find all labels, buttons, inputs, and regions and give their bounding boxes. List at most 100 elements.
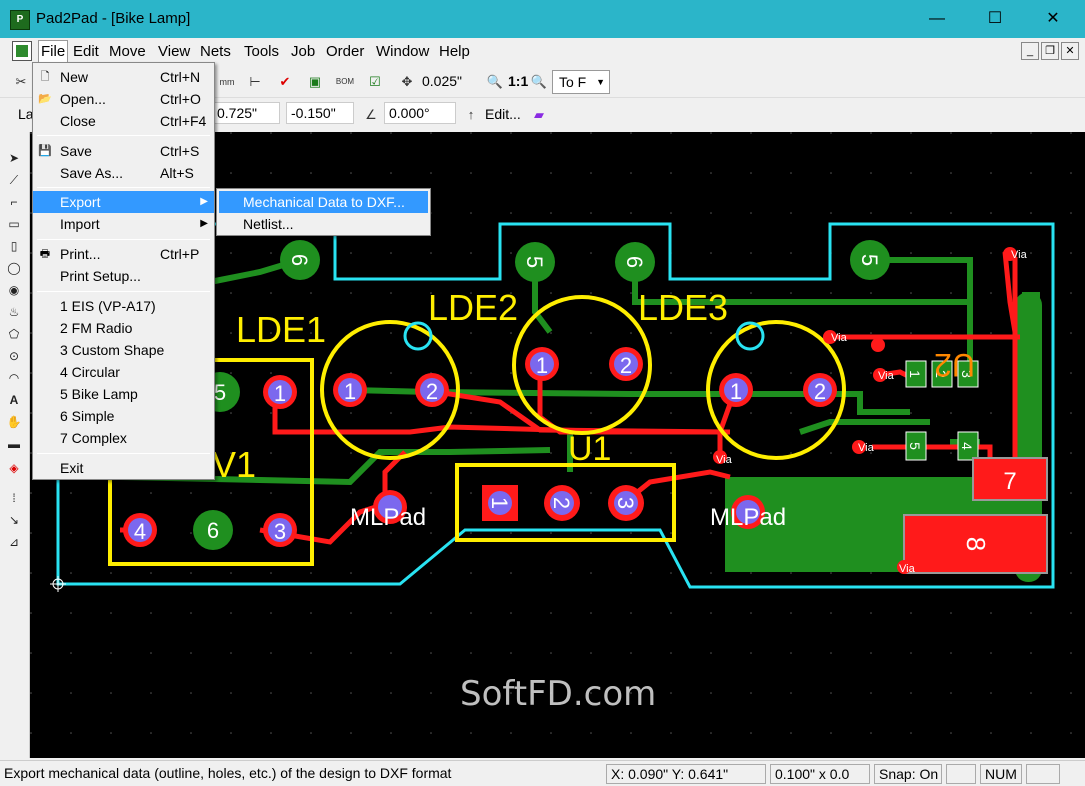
text-tool-icon[interactable]: A xyxy=(4,390,24,410)
frame-tool-icon[interactable]: ▯ xyxy=(4,236,24,256)
document-icon[interactable] xyxy=(12,41,32,61)
paint-tool-icon[interactable]: ♨ xyxy=(4,302,24,322)
menu-move[interactable]: Move xyxy=(109,43,146,60)
menu-help[interactable]: Help xyxy=(439,43,470,60)
menu-item-label: Export xyxy=(60,194,101,210)
circle-tool-icon[interactable]: ⊙ xyxy=(4,346,24,366)
export-mechanical-dxf[interactable]: Mechanical Data to DXF... xyxy=(219,191,428,213)
recent-file-1[interactable]: 1 EIS (VP-A17) xyxy=(33,295,214,317)
svg-text:4: 4 xyxy=(959,442,975,450)
menu-item-label: 5 Bike Lamp xyxy=(60,386,138,402)
mdi-close-icon[interactable]: ✕ xyxy=(1061,42,1079,60)
menu-item-print-setup[interactable]: Print Setup... xyxy=(33,265,214,287)
menu-separator xyxy=(37,453,210,454)
close-button[interactable]: ✕ xyxy=(1025,0,1081,38)
arc-tool-icon[interactable]: ◠ xyxy=(4,368,24,388)
recent-file-5[interactable]: 5 Bike Lamp xyxy=(33,383,214,405)
menu-job[interactable]: Job xyxy=(291,43,315,60)
new-file-icon: 🗋 xyxy=(40,71,50,83)
mdi-restore-icon[interactable]: ❐ xyxy=(1041,42,1059,60)
polygon-tool-icon[interactable]: ⬠ xyxy=(4,324,24,344)
zoom-icon[interactable]: 🔍 xyxy=(484,71,506,93)
menu-separator xyxy=(37,239,210,240)
rectangle-tool-icon[interactable]: ▭ xyxy=(4,214,24,234)
zoom-1to1-button[interactable]: 1:1 xyxy=(508,73,528,89)
svg-text:1: 1 xyxy=(344,379,356,404)
menu-view[interactable]: View xyxy=(158,43,190,60)
label-lde2: LDE2 xyxy=(428,287,518,328)
app-icon[interactable]: P xyxy=(10,10,30,30)
ruler-tool-icon[interactable]: ▬ xyxy=(4,434,24,454)
angle-field[interactable]: 0.000° xyxy=(384,102,456,124)
grid-value[interactable]: 0.025" xyxy=(422,73,462,89)
label-v1: V1 xyxy=(212,444,256,485)
ellipse-tool-icon[interactable]: ◯ xyxy=(4,258,24,278)
properties-book-icon[interactable]: ▰ xyxy=(528,104,550,126)
menu-item-shortcut: Alt+S xyxy=(160,165,194,181)
menu-nets[interactable]: Nets xyxy=(200,43,231,60)
menu-item-open[interactable]: 📂 Open... Ctrl+O xyxy=(33,88,214,110)
recent-file-3[interactable]: 3 Custom Shape xyxy=(33,339,214,361)
snap-icon[interactable]: ⁞ xyxy=(4,488,24,508)
menu-item-save-as[interactable]: Save As... Alt+S xyxy=(33,162,214,184)
menu-item-export[interactable]: Export ▶ xyxy=(33,191,214,213)
edit-button[interactable]: Edit... xyxy=(485,106,521,122)
units-icon[interactable]: mm xyxy=(216,71,238,93)
status-snap[interactable]: Snap: On xyxy=(874,764,942,784)
recent-file-7[interactable]: 7 Complex xyxy=(33,427,214,449)
route-icon[interactable]: ↘ xyxy=(4,510,24,530)
bom-icon[interactable]: BOM xyxy=(334,71,356,93)
measure-icon[interactable]: ⊿ xyxy=(4,532,24,552)
watermark-text: SoftFD.com xyxy=(460,674,656,714)
label-u1: U1 xyxy=(568,430,611,468)
fill-tool-icon[interactable]: ◉ xyxy=(4,280,24,300)
mdi-minimize-icon[interactable]: _ xyxy=(1021,42,1039,60)
menu-item-new[interactable]: 🗋 New Ctrl+N xyxy=(33,66,214,88)
zoom-fit-dropdown[interactable]: To F ▼ xyxy=(552,70,610,94)
dimension-icon[interactable]: ⊢ xyxy=(244,71,266,93)
menu-item-save[interactable]: 💾 Save Ctrl+S xyxy=(33,140,214,162)
export-netlist[interactable]: Netlist... xyxy=(219,213,428,235)
svg-text:4: 4 xyxy=(134,519,146,544)
menu-file[interactable]: File xyxy=(38,40,69,63)
layers-icon[interactable]: ◈ xyxy=(4,458,24,478)
menu-separator xyxy=(37,291,210,292)
minimize-button[interactable]: — xyxy=(909,0,965,38)
y-field[interactable]: -0.150" xyxy=(286,102,354,124)
menu-item-import[interactable]: Import ▶ xyxy=(33,213,214,235)
open-folder-icon: 📂 xyxy=(38,93,52,105)
menu-tools[interactable]: Tools xyxy=(244,43,279,60)
menu-edit[interactable]: Edit xyxy=(73,43,99,60)
svg-text:6: 6 xyxy=(287,254,312,266)
cut-icon[interactable]: ✂ xyxy=(10,71,32,93)
menu-item-print[interactable]: 🖶 Print... Ctrl+P xyxy=(33,243,214,265)
bend-trace-icon[interactable]: ⌐ xyxy=(4,192,24,212)
hand-tool-icon[interactable]: ✋ xyxy=(4,412,24,432)
grid-move-icon[interactable]: ✥ xyxy=(396,71,418,93)
recent-file-4[interactable]: 4 Circular xyxy=(33,361,214,383)
menu-item-label: 4 Circular xyxy=(60,364,120,380)
drc-check-icon[interactable]: ✔ xyxy=(274,71,296,93)
select-arrow-icon[interactable]: ➤ xyxy=(4,148,24,168)
trace-tool-icon[interactable]: ⟋ xyxy=(4,170,24,190)
menu-item-shortcut: Ctrl+N xyxy=(160,69,201,85)
component-icon[interactable]: ▣ xyxy=(304,71,326,93)
recent-file-2[interactable]: 2 FM Radio xyxy=(33,317,214,339)
menu-order[interactable]: Order xyxy=(326,43,364,60)
svg-text:2: 2 xyxy=(814,379,826,404)
x-field[interactable]: 0.725" xyxy=(212,102,280,124)
status-num: NUM xyxy=(980,764,1022,784)
menu-item-label: 7 Complex xyxy=(60,430,127,446)
svg-text:5: 5 xyxy=(857,254,882,266)
verify-icon[interactable]: ☑ xyxy=(364,71,386,93)
svg-text:6: 6 xyxy=(622,256,647,268)
menu-item-label: 3 Custom Shape xyxy=(60,342,165,358)
menu-item-exit[interactable]: Exit xyxy=(33,457,214,479)
menu-window[interactable]: Window xyxy=(376,43,429,60)
recent-file-6[interactable]: 6 Simple xyxy=(33,405,214,427)
svg-text:5: 5 xyxy=(907,442,923,450)
menu-item-close[interactable]: Close Ctrl+F4 xyxy=(33,110,214,132)
svg-text:3: 3 xyxy=(613,497,638,509)
zoom-out-icon[interactable]: 🔍 xyxy=(528,71,550,93)
maximize-button[interactable]: ☐ xyxy=(967,0,1023,38)
